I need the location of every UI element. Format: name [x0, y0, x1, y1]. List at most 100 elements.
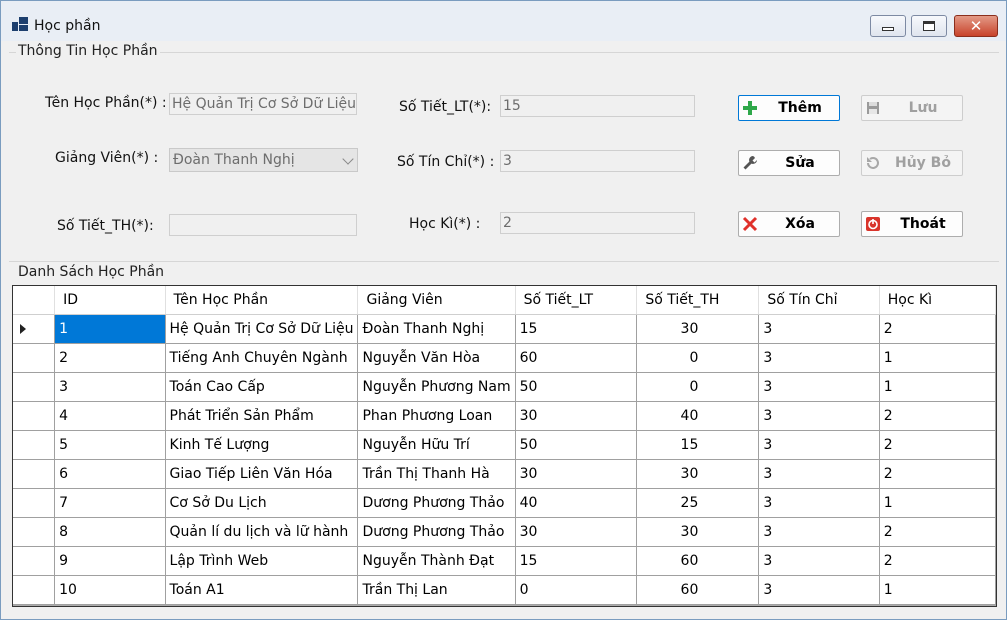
- hoc-ki-field[interactable]: 2: [500, 212, 695, 234]
- thoat-button[interactable]: Thoát: [861, 211, 963, 237]
- cell-giang-vien[interactable]: Dương Phương Thảo: [357, 488, 516, 518]
- them-button[interactable]: Thêm: [738, 95, 840, 121]
- table-row[interactable]: 9 Lập Trình Web Nguyễn Thành Đạt 15 60 3 2: [13, 546, 996, 576]
- ten-hoc-phan-field[interactable]: Hệ Quản Trị Cơ Sở Dữ Liệu: [169, 93, 357, 115]
- table-row[interactable]: 10 Toán A1 Trần Thị Lan 0 60 3 1: [13, 575, 996, 605]
- cell-id[interactable]: 3: [54, 372, 166, 402]
- giang-vien-combobox[interactable]: Đoàn Thanh Nghị: [169, 148, 358, 172]
- luu-button[interactable]: Lưu: [861, 95, 963, 121]
- row-header[interactable]: [13, 430, 56, 460]
- cell-hoc-ki[interactable]: 1: [879, 575, 996, 605]
- cell-giang-vien[interactable]: Phan Phương Loan: [357, 401, 516, 431]
- cell-so-tin-chi[interactable]: 3: [758, 314, 880, 344]
- table-row[interactable]: 1 Hệ Quản Trị Cơ Sở Dữ Liệu Đoàn Thanh Ngh…: [13, 314, 996, 344]
- xoa-button[interactable]: Xóa: [738, 211, 840, 237]
- cell-hoc-ki[interactable]: 2: [879, 401, 996, 431]
- cell-so-tiet-lt[interactable]: 50: [515, 430, 638, 460]
- cell-ten-hoc-phan[interactable]: Toán A1: [165, 575, 359, 605]
- cell-giang-vien[interactable]: Nguyễn Hữu Trí: [357, 430, 516, 460]
- cell-so-tiet-th[interactable]: 25: [636, 488, 760, 518]
- cell-hoc-ki[interactable]: 1: [879, 488, 996, 518]
- cell-so-tiet-lt[interactable]: 40: [515, 488, 638, 518]
- row-header[interactable]: [13, 459, 56, 489]
- cell-so-tiet-lt[interactable]: 60: [515, 343, 638, 373]
- cell-so-tin-chi[interactable]: 3: [758, 517, 880, 547]
- cell-hoc-ki[interactable]: 2: [879, 459, 996, 489]
- cell-hoc-ki[interactable]: 1: [879, 343, 996, 373]
- cell-id[interactable]: 4: [54, 401, 166, 431]
- cell-giang-vien[interactable]: Dương Phương Thảo: [357, 517, 516, 547]
- row-header[interactable]: [13, 372, 56, 402]
- table-row[interactable]: 6 Giao Tiếp Liên Văn Hóa Trần Thị Thanh Hà…: [13, 459, 996, 489]
- cell-so-tiet-lt[interactable]: 15: [515, 546, 638, 576]
- cell-id[interactable]: 7: [54, 488, 166, 518]
- cell-so-tiet-lt[interactable]: 30: [515, 459, 638, 489]
- cell-ten-hoc-phan[interactable]: Kinh Tế Lượng: [165, 430, 359, 460]
- table-row[interactable]: 8 Quản lí du lịch và lữ hành Dương Phương …: [13, 517, 996, 547]
- table-row[interactable]: 5 Kinh Tế Lượng Nguyễn Hữu Trí 50 15 3 2: [13, 430, 996, 460]
- cell-so-tin-chi[interactable]: 3: [758, 488, 880, 518]
- cell-giang-vien[interactable]: Trần Thị Lan: [357, 575, 516, 605]
- column-header-hoc-ki[interactable]: Học Kì: [879, 286, 996, 315]
- so-tin-chi-field[interactable]: 3: [500, 150, 695, 172]
- huy-bo-button[interactable]: Hủy Bỏ: [861, 150, 963, 176]
- cell-so-tiet-th[interactable]: 60: [636, 575, 760, 605]
- table-row[interactable]: 7 Cơ Sở Du Lịch Dương Phương Thảo 40 25 3 1: [13, 488, 996, 518]
- cell-id[interactable]: 2: [54, 343, 166, 373]
- column-header-ten-hoc-phan[interactable]: Tên Học Phần: [165, 286, 359, 315]
- cell-giang-vien[interactable]: Đoàn Thanh Nghị: [357, 314, 516, 344]
- cell-so-tiet-lt[interactable]: 0: [515, 575, 638, 605]
- row-header[interactable]: [13, 343, 56, 373]
- cell-so-tiet-th[interactable]: 60: [636, 546, 760, 576]
- hoc-phan-grid[interactable]: ID Tên Học Phần Giảng Viên Số Tiết_LT Số…: [12, 285, 997, 607]
- cell-hoc-ki[interactable]: 2: [879, 546, 996, 576]
- column-header-so-tiet-th[interactable]: Số Tiết_TH: [636, 286, 760, 315]
- cell-ten-hoc-phan[interactable]: Giao Tiếp Liên Văn Hóa: [165, 459, 359, 489]
- cell-hoc-ki[interactable]: 2: [879, 517, 996, 547]
- cell-ten-hoc-phan[interactable]: Hệ Quản Trị Cơ Sở Dữ Liệu: [165, 314, 359, 344]
- cell-so-tiet-th[interactable]: 15: [636, 430, 760, 460]
- cell-id[interactable]: 8: [54, 517, 166, 547]
- minimize-button[interactable]: [870, 15, 906, 37]
- cell-so-tiet-th[interactable]: 30: [636, 459, 760, 489]
- cell-so-tin-chi[interactable]: 3: [758, 546, 880, 576]
- maximize-button[interactable]: [911, 15, 947, 37]
- cell-ten-hoc-phan[interactable]: Toán Cao Cấp: [165, 372, 359, 402]
- table-row[interactable]: 2 Tiếng Anh Chuyên Ngành Nguyễn Văn Hòa 60 0…: [13, 343, 996, 373]
- row-header[interactable]: [13, 575, 56, 605]
- cell-ten-hoc-phan[interactable]: Phát Triển Sản Phẩm: [165, 401, 359, 431]
- cell-ten-hoc-phan[interactable]: Lập Trình Web: [165, 546, 359, 576]
- cell-so-tin-chi[interactable]: 3: [758, 430, 880, 460]
- cell-hoc-ki[interactable]: 1: [879, 372, 996, 402]
- cell-so-tiet-th[interactable]: 40: [636, 401, 760, 431]
- row-header[interactable]: [13, 546, 56, 576]
- cell-so-tiet-lt[interactable]: 30: [515, 401, 638, 431]
- cell-giang-vien[interactable]: Nguyễn Phương Nam: [357, 372, 516, 402]
- cell-so-tiet-lt[interactable]: 15: [515, 314, 638, 344]
- table-row[interactable]: 3 Toán Cao Cấp Nguyễn Phương Nam 50 0 3 1: [13, 372, 996, 402]
- so-tiet-lt-field[interactable]: 15: [500, 95, 695, 117]
- cell-so-tiet-th[interactable]: 30: [636, 314, 760, 344]
- cell-so-tiet-th[interactable]: 0: [636, 372, 760, 402]
- column-header-so-tiet-lt[interactable]: Số Tiết_LT: [515, 286, 638, 315]
- cell-ten-hoc-phan[interactable]: Cơ Sở Du Lịch: [165, 488, 359, 518]
- cell-id[interactable]: 10: [54, 575, 166, 605]
- title-bar[interactable]: Học phần ✕: [1, 1, 1006, 41]
- row-header[interactable]: [13, 488, 56, 518]
- cell-so-tiet-th[interactable]: 30: [636, 517, 760, 547]
- cell-giang-vien[interactable]: Nguyễn Thành Đạt: [357, 546, 516, 576]
- column-header-id[interactable]: ID: [54, 286, 166, 315]
- corner-header[interactable]: [13, 286, 56, 315]
- cell-hoc-ki[interactable]: 2: [879, 314, 996, 344]
- column-header-giang-vien[interactable]: Giảng Viên: [357, 286, 516, 315]
- cell-so-tin-chi[interactable]: 3: [758, 401, 880, 431]
- row-header[interactable]: [13, 314, 56, 344]
- cell-so-tin-chi[interactable]: 3: [758, 459, 880, 489]
- cell-so-tin-chi[interactable]: 3: [758, 343, 880, 373]
- cell-id[interactable]: 1: [54, 314, 166, 344]
- so-tiet-th-field[interactable]: [169, 214, 357, 236]
- cell-so-tiet-lt[interactable]: 30: [515, 517, 638, 547]
- sua-button[interactable]: Sửa: [738, 150, 840, 176]
- cell-id[interactable]: 9: [54, 546, 166, 576]
- cell-so-tin-chi[interactable]: 3: [758, 575, 880, 605]
